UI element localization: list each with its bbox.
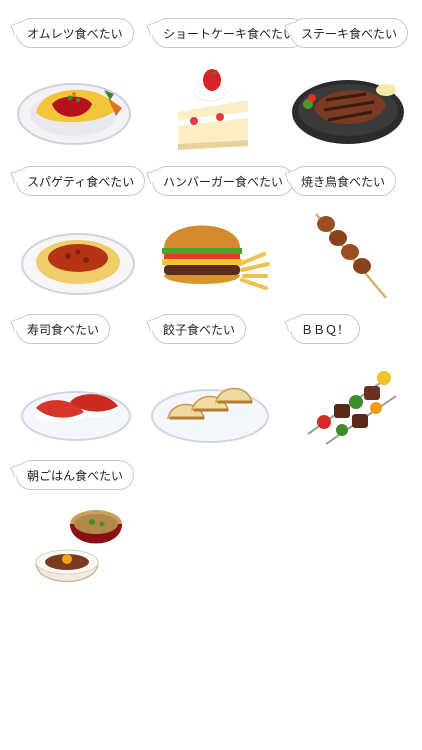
yakitori-icon	[315, 213, 387, 299]
steak-icon	[292, 80, 404, 144]
sticker-sushi[interactable]: 寿司食べたい	[12, 314, 142, 454]
breakfast-set-icon	[35, 510, 122, 583]
speech-bubble: ハンバーガー食べたい	[152, 166, 295, 196]
speech-bubble: ＢＢＱ！	[290, 314, 361, 344]
sticker-hamburger[interactable]: ハンバーガー食べたい	[148, 166, 295, 306]
hamburger-icon	[162, 225, 270, 290]
sticker-bbq[interactable]: ＢＢＱ！	[286, 314, 416, 454]
speech-bubble: ショートケーキ食べたい	[152, 18, 307, 48]
strawberry-shortcake-icon	[178, 69, 248, 150]
sticker-breakfast[interactable]: 朝ごはん食べたい	[12, 460, 142, 600]
speech-bubble: 餃子食べたい	[152, 314, 247, 344]
sushi-icon	[21, 391, 131, 441]
speech-bubble: 焼き鳥食べたい	[290, 166, 397, 196]
speech-bubble: スパゲティ食べたい	[16, 166, 146, 196]
sticker-yakitori[interactable]: 焼き鳥食べたい	[286, 166, 416, 306]
sticker-steak[interactable]: ステーキ食べたい	[286, 18, 416, 158]
omelette-rice-icon	[17, 83, 131, 145]
sticker-shortcake[interactable]: ショートケーキ食べたい	[148, 18, 307, 158]
spaghetti-icon	[21, 233, 135, 295]
sticker-omelette[interactable]: オムレツ食べたい	[12, 18, 142, 158]
speech-bubble: オムレツ食べたい	[16, 18, 134, 48]
speech-bubble: ステーキ食べたい	[290, 18, 409, 48]
speech-bubble: 朝ごはん食べたい	[16, 460, 135, 490]
bbq-skewers-icon	[307, 371, 397, 445]
speech-bubble: 寿司食べたい	[16, 314, 111, 344]
sticker-gyoza[interactable]: 餃子食べたい	[148, 314, 278, 454]
sticker-spaghetti[interactable]: スパゲティ食べたい	[12, 166, 146, 306]
gyoza-icon	[151, 387, 269, 443]
